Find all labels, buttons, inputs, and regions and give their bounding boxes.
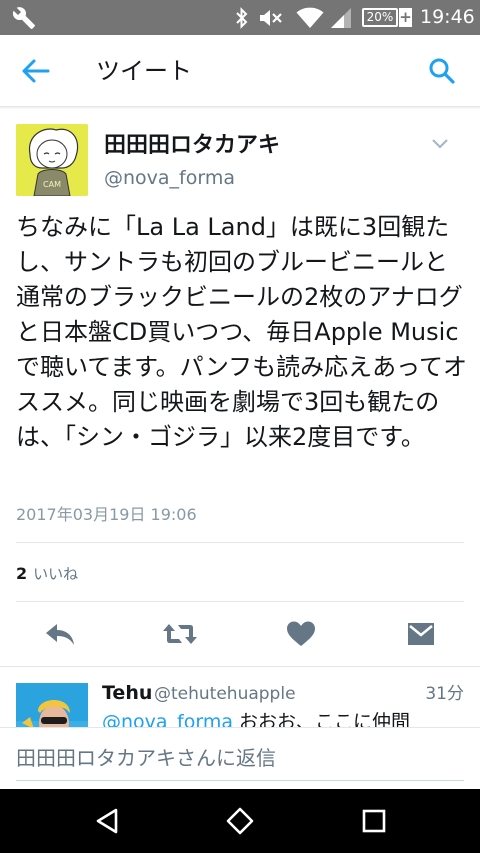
likes-summary[interactable]: 2 いいね bbox=[16, 562, 78, 586]
reply-composer[interactable]: 田田田ロタカアキさんに返信 bbox=[0, 727, 480, 789]
divider bbox=[16, 601, 464, 602]
tweet-timestamp: 2017年03月19日 19:06 bbox=[16, 505, 197, 524]
mute-icon bbox=[260, 10, 282, 26]
status-bar: 20% + 19:46 bbox=[0, 0, 480, 35]
reply-input[interactable]: 田田田ロタカアキさんに返信 bbox=[16, 745, 276, 771]
home-circle-icon[interactable] bbox=[226, 807, 254, 835]
tweet-author: CAM 田田田ロタカアキ @nova_forma bbox=[0, 108, 480, 208]
app-bar: ツイート bbox=[0, 35, 480, 107]
tweet-actions bbox=[0, 610, 480, 660]
retweet-icon[interactable] bbox=[162, 620, 198, 648]
avatar[interactable]: CAM bbox=[16, 124, 88, 196]
bluetooth-icon bbox=[236, 7, 248, 29]
reply-avatar[interactable] bbox=[16, 683, 88, 727]
system-nav-bar bbox=[0, 789, 480, 853]
divider bbox=[16, 542, 464, 543]
reply-text: @nova_forma おおお、ここに仲間 bbox=[102, 709, 410, 727]
reply-time: 31分 bbox=[425, 684, 464, 704]
svg-text:CAM: CAM bbox=[43, 180, 61, 189]
battery-icon: 20% bbox=[362, 8, 398, 27]
search-icon[interactable] bbox=[428, 57, 456, 85]
status-time: 19:46 bbox=[420, 6, 475, 28]
reply-avatar-photo bbox=[16, 683, 88, 727]
reply-tweet[interactable]: Tehu @tehutehuapple 31分 @nova_forma おおお、… bbox=[0, 667, 480, 727]
likes-count: 2 bbox=[16, 564, 28, 583]
reply-author-handle[interactable]: @tehutehuapple bbox=[154, 683, 296, 705]
battery-percent: 20% bbox=[366, 10, 394, 24]
signal-icon bbox=[331, 8, 351, 28]
chevron-down-icon[interactable] bbox=[430, 136, 450, 150]
charging-icon: + bbox=[399, 8, 412, 27]
wifi-icon bbox=[296, 7, 324, 28]
reply-author-name[interactable]: Tehu bbox=[102, 681, 152, 705]
page-title: ツイート bbox=[96, 57, 192, 85]
tweet-text: ちなみに「La La Land」は既に3回観たし、サントラも初回のブルービニール… bbox=[16, 213, 467, 451]
recents-square-icon[interactable] bbox=[360, 807, 388, 835]
author-handle[interactable]: @nova_forma bbox=[104, 166, 235, 190]
like-icon[interactable] bbox=[286, 620, 316, 648]
reply-icon[interactable] bbox=[44, 620, 76, 648]
back-arrow-icon[interactable] bbox=[20, 57, 50, 85]
likes-label: いいね bbox=[33, 565, 79, 583]
back-triangle-icon[interactable] bbox=[94, 807, 122, 835]
wrench-icon bbox=[12, 7, 35, 29]
reply-body: おおお、ここに仲間 bbox=[233, 711, 411, 727]
reply-mention[interactable]: @nova_forma bbox=[102, 711, 233, 727]
direct-message-icon[interactable] bbox=[406, 620, 436, 648]
author-name[interactable]: 田田田ロタカアキ bbox=[104, 132, 280, 160]
avatar-illustration: CAM bbox=[16, 124, 88, 196]
input-underline bbox=[16, 780, 464, 781]
